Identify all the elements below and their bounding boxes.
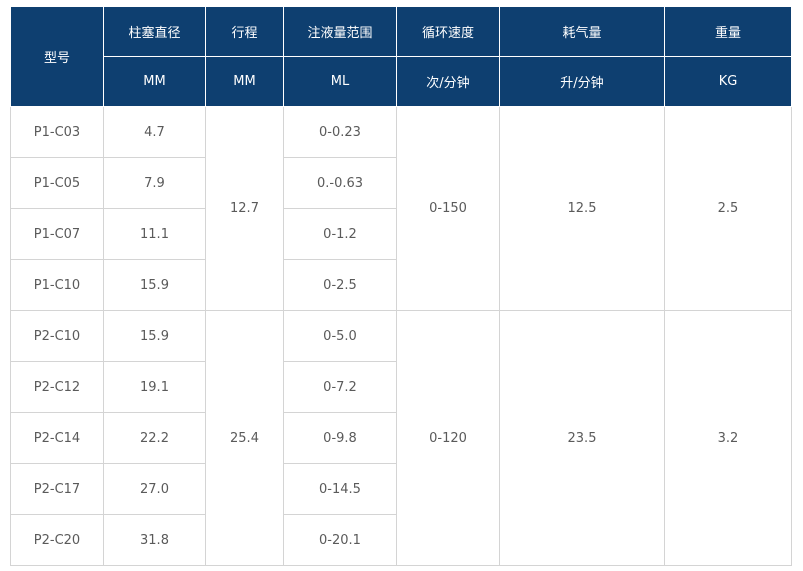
bore-cell: 7.9 (103, 157, 206, 209)
header-stroke: 行程 (205, 6, 284, 57)
stroke-cell: 12.7 (205, 106, 284, 311)
cycle-cell: 0-120 (396, 310, 500, 566)
weight-cell: 2.5 (664, 106, 792, 311)
air-cell: 23.5 (499, 310, 665, 566)
stroke-cell: 25.4 (205, 310, 284, 566)
bore-cell: 11.1 (103, 208, 206, 260)
bore-cell: 4.7 (103, 106, 206, 158)
model-cell: P1-C03 (10, 106, 104, 158)
volume-cell: 0-2.5 (283, 259, 397, 311)
unit-air: 升/分钟 (499, 56, 665, 107)
bore-cell: 27.0 (103, 463, 206, 515)
header-row-titles: 型号 柱塞直径 行程 注液量范围 循环速度 耗气量 重量 (10, 6, 792, 107)
bore-cell: 22.2 (103, 412, 206, 464)
table-row: P1-C03 4.7 12.7 0-0.23 0-150 12.5 2.5 (10, 106, 792, 311)
header-weight: 重量 (664, 6, 792, 57)
bore-cell: 15.9 (103, 310, 206, 362)
unit-weight: KG (664, 56, 792, 107)
volume-cell: 0-5.0 (283, 310, 397, 362)
volume-cell: 0-20.1 (283, 514, 397, 566)
unit-cycle: 次/分钟 (396, 56, 500, 107)
model-cell: P1-C05 (10, 157, 104, 209)
volume-cell: 0-1.2 (283, 208, 397, 260)
cycle-cell: 0-150 (396, 106, 500, 311)
header-cycle: 循环速度 (396, 6, 500, 57)
table-body: P1-C03 4.7 12.7 0-0.23 0-150 12.5 2.5 P1… (10, 106, 792, 566)
model-cell: P2-C20 (10, 514, 104, 566)
spec-table: 型号 柱塞直径 行程 注液量范围 循环速度 耗气量 重量 MM MM ML 次/… (10, 6, 792, 566)
volume-cell: 0.-0.63 (283, 157, 397, 209)
header-row-units: MM MM ML 次/分钟 升/分钟 KG (11, 56, 792, 107)
model-cell: P2-C10 (10, 310, 104, 362)
spec-table-container: 型号 柱塞直径 行程 注液量范围 循环速度 耗气量 重量 MM MM ML 次/… (10, 6, 792, 566)
unit-volume: ML (283, 56, 397, 107)
volume-cell: 0-14.5 (283, 463, 397, 515)
model-cell: P2-C12 (10, 361, 104, 413)
header-bore: 柱塞直径 (103, 6, 206, 57)
header-model: 型号 (10, 6, 104, 107)
header-air: 耗气量 (499, 6, 665, 57)
header-volume: 注液量范围 (283, 6, 397, 57)
model-cell: P1-C07 (10, 208, 104, 260)
model-cell: P1-C10 (10, 259, 104, 311)
unit-bore: MM (103, 56, 206, 107)
bore-cell: 19.1 (103, 361, 206, 413)
air-cell: 12.5 (499, 106, 665, 311)
volume-cell: 0-7.2 (283, 361, 397, 413)
volume-cell: 0-0.23 (283, 106, 397, 158)
table-header: 型号 柱塞直径 行程 注液量范围 循环速度 耗气量 重量 MM MM ML 次/… (10, 6, 792, 107)
model-cell: P2-C17 (10, 463, 104, 515)
weight-cell: 3.2 (664, 310, 792, 566)
bore-cell: 15.9 (103, 259, 206, 311)
model-cell: P2-C14 (10, 412, 104, 464)
volume-cell: 0-9.8 (283, 412, 397, 464)
table-row: P2-C10 15.9 25.4 0-5.0 0-120 23.5 3.2 (10, 310, 792, 566)
unit-stroke: MM (205, 56, 284, 107)
bore-cell: 31.8 (103, 514, 206, 566)
